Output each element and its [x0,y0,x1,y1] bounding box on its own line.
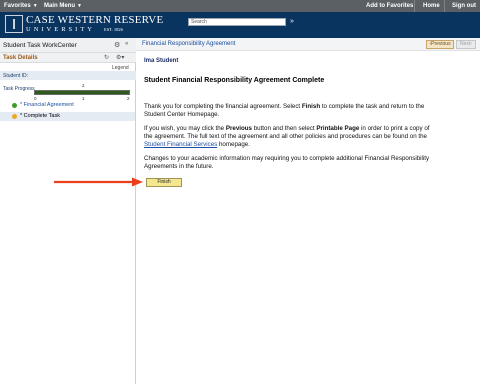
settings-dropdown-icon[interactable]: ⚙▾ [116,54,124,61]
panel-header: Student Task WorkCenter ⚙ « [0,38,136,53]
task-workcenter-panel: Student Task WorkCenter ⚙ « Task Details… [0,38,136,384]
task-label: * Financial Agreement [20,102,74,108]
page-title: Student Financial Responsibility Agreeme… [144,77,325,84]
logo-line1: CASE WESTERN RESERVE [26,14,164,26]
favorites-label: Favorites [4,3,31,9]
gear-icon[interactable]: ⚙ [114,41,120,49]
dropdown-arrow-icon: ▼ [32,3,38,9]
student-financial-services-link[interactable]: Student Financial Services [144,141,217,148]
collapse-icon[interactable]: « [125,41,128,47]
print-paragraph: If you wish, you may click the Previous … [144,125,432,149]
task-progress-label: Task Progress [3,86,35,92]
next-button[interactable]: Next› [456,40,476,49]
p2-text: If you wish, you may click the [144,125,226,132]
task-details-label: Task Details [3,55,38,61]
p2-emphasis-printable: Printable Page [316,125,360,132]
next-arrow-icon: › [470,41,472,47]
student-id-row: Student ID: [0,71,136,80]
p2-emphasis-previous: Previous [225,125,252,132]
p2-text: button and then select [251,125,317,132]
main-menu-label: Main Menu [44,3,75,9]
nav-divider [414,0,415,12]
red-arrow-annotation [54,177,143,187]
nav-divider [444,0,445,12]
instruction-paragraph: Thank you for completing the financial a… [144,103,432,119]
search-arrow-icon: » [290,18,294,25]
logo-line2: UNIVERSITY [26,26,95,33]
complete-status-icon [12,103,17,108]
finish-button[interactable]: Finish [146,178,182,187]
current-status-icon [12,114,17,119]
task-details-bar: Task Details ↻ ⚙▾ [0,53,136,63]
favorites-menu[interactable]: Favorites ▼ [4,2,38,10]
task-item-complete-task[interactable]: * Complete Task [0,112,135,121]
university-logo[interactable]: CASE WESTERN RESERVE UNIVERSITY EST. 182… [4,13,163,37]
search-input[interactable]: Search [188,18,286,26]
task-label: * Complete Task [20,113,60,119]
p1-emphasis: Finish [301,103,321,110]
progress-current-value: 2 [82,83,85,88]
breadcrumb[interactable]: Financial Responsibility Agreement [142,41,235,47]
refresh-icon[interactable]: ↻ [104,54,109,61]
logo-est: EST. 1826 [104,27,123,32]
task-item-financial-agreement[interactable]: * Financial Agreement [0,101,135,110]
dropdown-arrow-icon: ▼ [77,3,82,9]
task-progress-bar [34,90,130,95]
main-menu[interactable]: Main Menu ▼ [44,2,82,10]
student-name: Ima Student [144,58,179,64]
changes-paragraph: Changes to your academic information may… [144,155,430,170]
progress-fill [35,91,129,94]
student-id-label: Student ID: [3,73,29,79]
breadcrumb-bar: Financial Responsibility Agreement ‹Prev… [136,38,480,51]
sign-out-link[interactable]: Sign out [452,2,476,10]
previous-label: Previous [431,41,451,47]
top-nav: Favorites ▼ Main Menu ▼ Add to Favorites H… [0,0,480,12]
next-label: Next [460,41,471,47]
browser-frame: Favorites ▼ Main Menu ▼ Add to Favorites H… [0,0,480,384]
panel-title: Student Task WorkCenter [3,42,77,49]
home-link[interactable]: Home [423,2,440,10]
search-button[interactable]: » [288,18,296,26]
p2-text-end: homepage. [217,141,250,148]
p1-text: Thank you for completing the financial a… [144,103,302,110]
previous-button[interactable]: ‹Previous [426,40,454,49]
add-to-favorites-link[interactable]: Add to Favorites [366,2,413,10]
university-seal-icon [5,15,23,33]
